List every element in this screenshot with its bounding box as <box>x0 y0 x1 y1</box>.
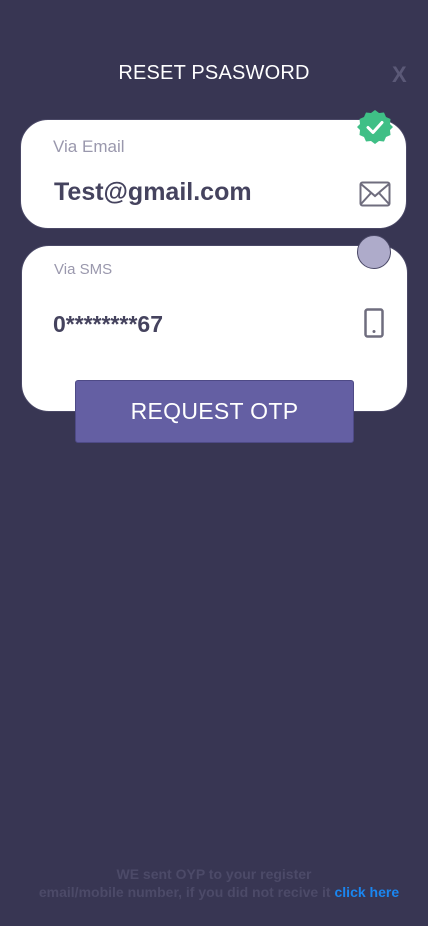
request-otp-button[interactable]: REQUEST OTP <box>75 380 354 443</box>
mail-icon <box>359 181 391 207</box>
footer-line-2: email/mobile number, if you did not reci… <box>10 883 428 901</box>
phone-icon <box>364 308 384 338</box>
footer-line-2-text: email/mobile number, if you did not reci… <box>38 884 331 900</box>
email-option-label: Via Email <box>53 137 125 156</box>
sms-radio-button[interactable] <box>357 235 391 269</box>
phone-number-value: 0********67 <box>53 311 163 337</box>
close-button[interactable]: X <box>392 62 407 88</box>
page-title: RESET PSASWORD <box>118 62 310 84</box>
footer-message: WE sent OYP to your register email/mobil… <box>0 865 428 901</box>
email-address-value: Test@gmail.com <box>54 178 252 206</box>
selected-check-icon <box>357 110 393 144</box>
sms-option-label: Via SMS <box>54 261 113 278</box>
footer-line-1: WE sent OYP to your register <box>116 866 312 882</box>
email-option-card[interactable]: Via Email Test@gmail.com <box>20 119 407 229</box>
click-here-link[interactable]: click here <box>335 884 400 900</box>
